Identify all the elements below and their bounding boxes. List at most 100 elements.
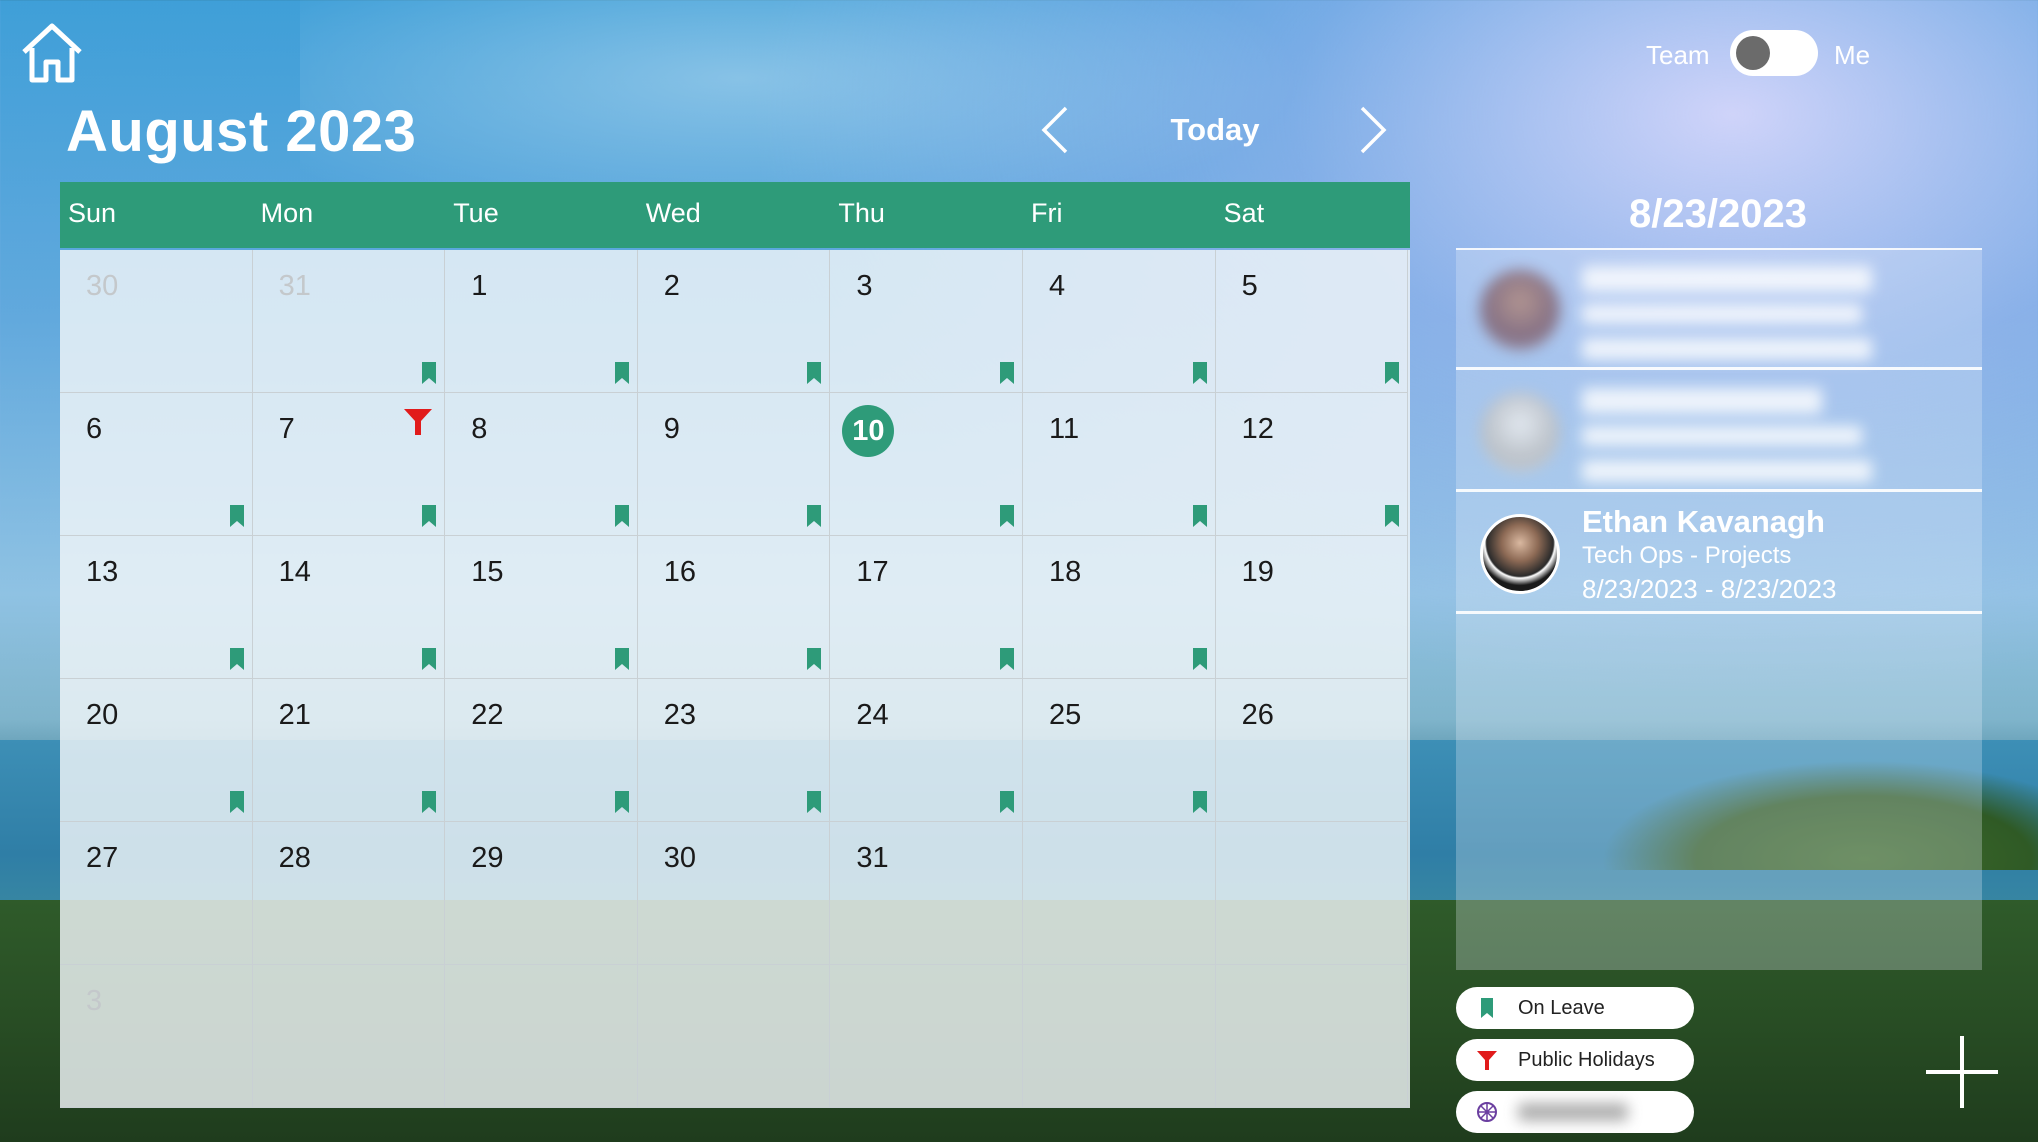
day-cell[interactable]: 25: [1023, 679, 1216, 822]
day-cell[interactable]: 26: [1215, 679, 1409, 822]
day-cell[interactable]: 8: [445, 393, 638, 536]
bookmark-icon: [614, 505, 629, 527]
day-cell[interactable]: 12: [1215, 393, 1409, 536]
bookmark-icon: [422, 505, 437, 527]
bookmark-icon: [807, 505, 822, 527]
day-cell[interactable]: [445, 965, 638, 1108]
bookmark-icon: [999, 505, 1014, 527]
day-cell[interactable]: 7: [252, 393, 446, 536]
home-button[interactable]: [18, 20, 86, 84]
home-icon: [22, 23, 82, 83]
network-icon: [1477, 1102, 1497, 1122]
calendar-grid: 30 31 1 2 3 4 5 6 7 8 9 10 11 12 13 14 15 16 17 18 19 20 21 22 2…: [60, 250, 1410, 1108]
day-number: 29: [471, 842, 504, 874]
day-cell[interactable]: [1023, 822, 1216, 965]
day-cell[interactable]: 16: [637, 536, 831, 679]
team-me-toggle[interactable]: [1730, 30, 1818, 76]
day-number: 21: [278, 699, 311, 731]
day-cell[interactable]: 15: [445, 536, 638, 679]
bookmark-icon: [1192, 362, 1207, 384]
weekday-sat: Sat: [1223, 198, 1265, 228]
day-number: 5: [1241, 270, 1258, 302]
bookmark-icon: [422, 362, 437, 384]
blurred-entry-text: [1582, 388, 1872, 482]
chevron-right-icon: [1360, 106, 1387, 154]
day-cell[interactable]: 29: [445, 822, 638, 965]
day-number: 4: [1049, 270, 1066, 302]
legend-on-leave[interactable]: On Leave: [1456, 987, 1694, 1029]
day-cell[interactable]: [1215, 965, 1409, 1108]
bookmark-icon: [229, 791, 244, 813]
entry-details: Ethan Kavanagh Tech Ops - Projects 8/23/…: [1582, 504, 1836, 606]
leave-entry[interactable]: [1456, 372, 1982, 492]
weekday-sun: Sun: [68, 198, 117, 228]
employee-team: Tech Ops - Projects: [1582, 542, 1792, 569]
day-cell[interactable]: 5: [1215, 250, 1409, 393]
day-cell[interactable]: 23: [637, 679, 831, 822]
day-cell[interactable]: 11: [1023, 393, 1216, 536]
avatar: [1480, 270, 1560, 350]
add-button[interactable]: [1924, 1034, 2000, 1110]
day-cell[interactable]: 27: [60, 822, 253, 965]
day-cell[interactable]: 2: [637, 250, 831, 393]
today-marker: 10: [842, 405, 895, 457]
day-cell[interactable]: 18: [1023, 536, 1216, 679]
leave-entry[interactable]: [1456, 250, 1982, 370]
funnel-flag-icon: [403, 409, 432, 435]
blurred-entry-text: [1582, 266, 1872, 360]
day-number: 9: [663, 413, 680, 445]
day-number: 11: [1049, 413, 1080, 445]
legend-other[interactable]: [1456, 1091, 1694, 1133]
day-number: 19: [1241, 556, 1274, 588]
day-cell[interactable]: [1215, 822, 1409, 965]
day-cell[interactable]: 30: [637, 822, 831, 965]
day-cell[interactable]: 9: [637, 393, 831, 536]
bookmark-icon: [1481, 998, 1493, 1018]
day-cell[interactable]: [252, 965, 446, 1108]
day-cell[interactable]: 6: [60, 393, 253, 536]
day-cell[interactable]: 19: [1215, 536, 1409, 679]
day-number: 2: [663, 270, 680, 302]
day-cell[interactable]: 31: [830, 822, 1023, 965]
leave-entry[interactable]: Ethan Kavanagh Tech Ops - Projects 8/23/…: [1456, 494, 1982, 614]
previous-month-button[interactable]: [1036, 104, 1072, 156]
day-cell[interactable]: [1023, 965, 1216, 1108]
day-cell[interactable]: 31: [252, 250, 446, 393]
day-cell[interactable]: 21: [252, 679, 446, 822]
day-cell[interactable]: [830, 965, 1023, 1108]
day-number: 31: [856, 842, 889, 874]
bookmark-icon: [1192, 505, 1207, 527]
bookmark-icon: [999, 791, 1014, 813]
day-cell[interactable]: 14: [252, 536, 446, 679]
legend-public-holidays[interactable]: Public Holidays: [1456, 1039, 1694, 1081]
month-calendar: Sun Mon Tue Wed Thu Fri Sat 30 31 1 2 3 4 5 6 7 8 9 10 11 1…: [60, 182, 1410, 1108]
blurred-legend-label: [1518, 1103, 1628, 1121]
day-cell[interactable]: 22: [445, 679, 638, 822]
bookmark-icon: [999, 648, 1014, 670]
day-cell[interactable]: 20: [60, 679, 253, 822]
weekday-fri: Fri: [1031, 198, 1063, 228]
bookmark-icon: [614, 362, 629, 384]
day-number: 15: [471, 556, 504, 588]
day-cell[interactable]: 13: [60, 536, 253, 679]
weekday-mon: Mon: [260, 198, 314, 228]
bookmark-icon: [1385, 362, 1400, 384]
day-cell[interactable]: 24: [830, 679, 1023, 822]
day-cell[interactable]: 30: [60, 250, 253, 393]
day-number: 13: [86, 556, 119, 588]
day-number: 28: [278, 842, 311, 874]
today-button[interactable]: Today: [1150, 112, 1280, 148]
day-cell[interactable]: 28: [252, 822, 446, 965]
day-cell[interactable]: 3: [60, 965, 253, 1108]
day-number: 14: [278, 556, 311, 588]
day-number: 25: [1049, 699, 1082, 731]
day-cell[interactable]: [637, 965, 831, 1108]
next-month-button[interactable]: [1356, 104, 1392, 156]
day-cell[interactable]: 17: [830, 536, 1023, 679]
day-cell[interactable]: 3: [830, 250, 1023, 393]
bookmark-icon: [422, 648, 437, 670]
day-cell[interactable]: 4: [1023, 250, 1216, 393]
day-cell[interactable]: 10: [830, 393, 1023, 536]
day-cell[interactable]: 1: [445, 250, 638, 393]
bookmark-icon: [807, 362, 822, 384]
